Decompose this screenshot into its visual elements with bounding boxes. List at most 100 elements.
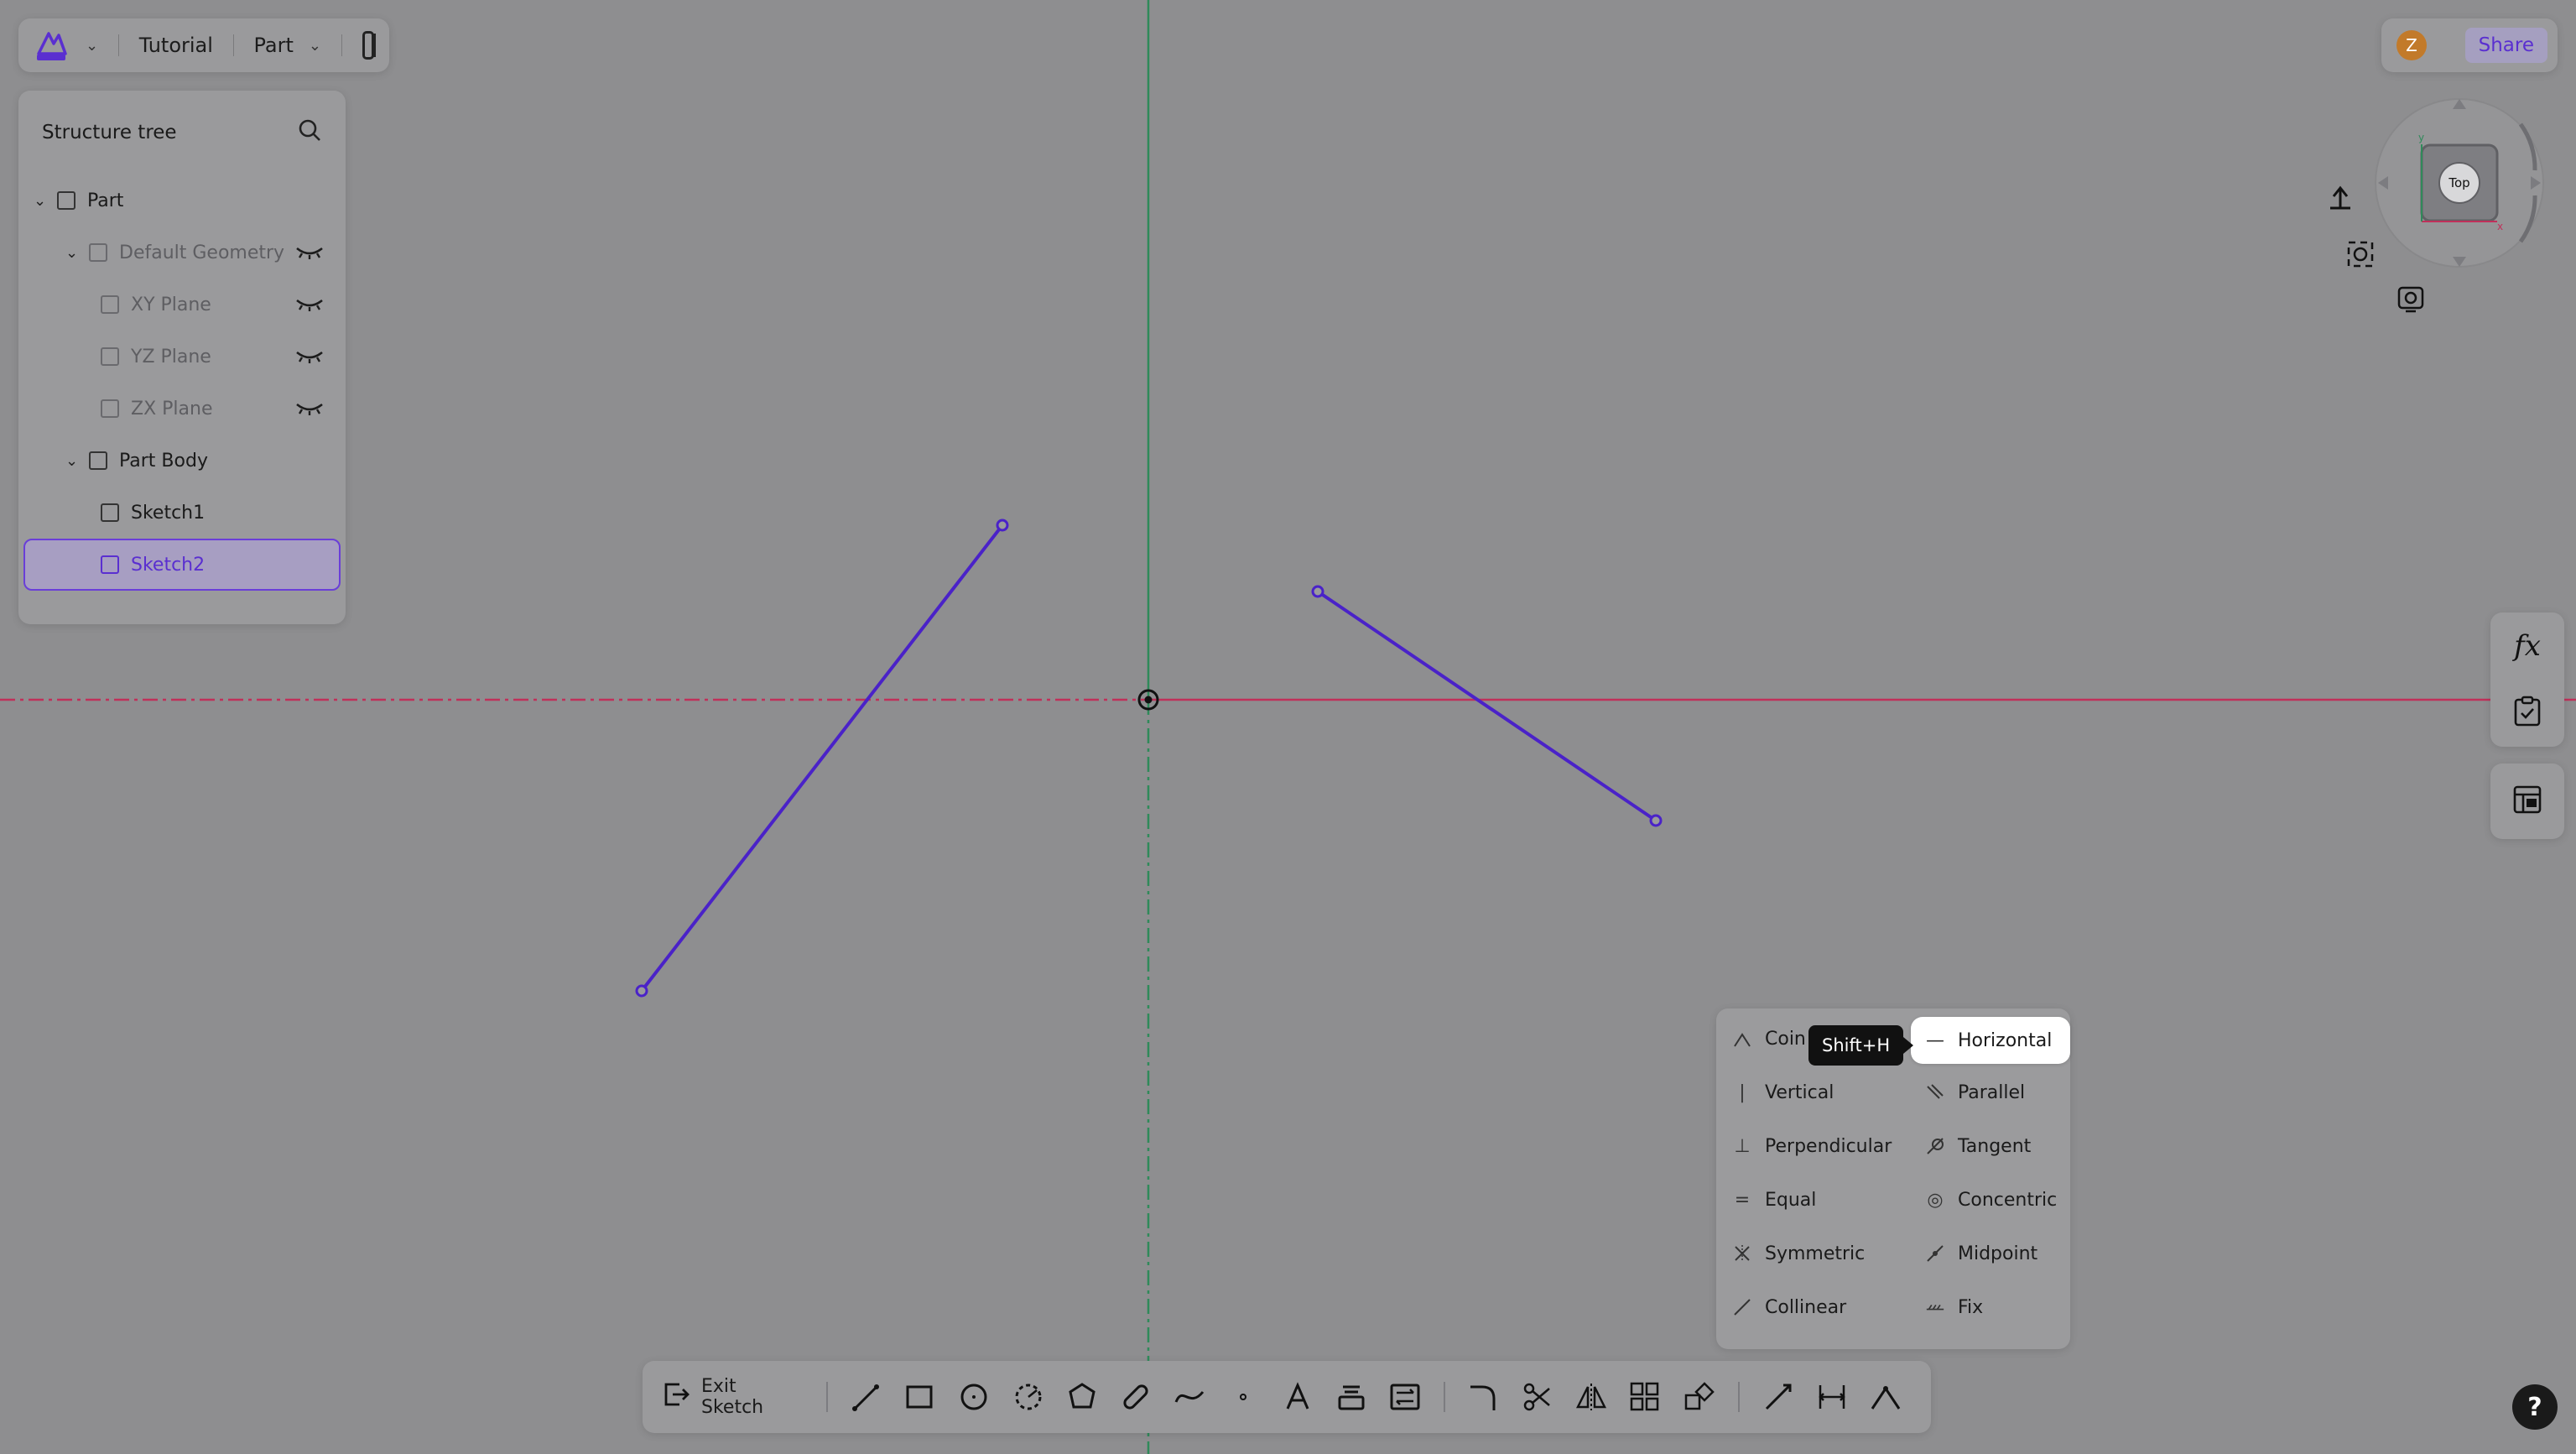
table-icon[interactable] (2512, 784, 2542, 818)
tree-item-sketch1[interactable]: Sketch1 (18, 487, 346, 539)
tree-item-part[interactable]: ⌄ Part (18, 175, 346, 227)
exit-sketch-button[interactable]: Exit Sketch (661, 1376, 814, 1418)
toggle-panel-icon[interactable] (362, 31, 377, 60)
constraint-tool-icon[interactable] (1859, 1373, 1912, 1420)
convert-tool-icon[interactable] (1378, 1373, 1432, 1420)
svg-text:y: y (2418, 132, 2424, 143)
app-menu-button[interactable]: ⌄ (34, 27, 98, 64)
hidden-eye-icon[interactable] (295, 347, 324, 369)
tree-item-yz-plane[interactable]: YZ Plane (18, 331, 346, 383)
collinear-icon (1733, 1298, 1751, 1316)
symmetric-icon (1733, 1244, 1751, 1263)
menu-item-tangent[interactable]: Tangent (1909, 1123, 2031, 1170)
menu-item-label: Concentric (1958, 1189, 2058, 1211)
pattern-tool-icon[interactable] (1618, 1373, 1672, 1420)
menu-item-label: Horizontal (1958, 1029, 2053, 1051)
menu-item-concentric[interactable]: ◎ Concentric (1909, 1176, 2057, 1223)
top-bar: ⌄ Tutorial Part ⌄ (18, 18, 389, 72)
sketch-line-2[interactable] (1316, 590, 1657, 822)
home-view-icon[interactable] (2324, 183, 2357, 216)
mode-dropdown[interactable]: Part ⌄ (254, 34, 321, 57)
chevron-down-icon[interactable]: ⌄ (65, 244, 81, 262)
view-mode-icon[interactable] (2394, 283, 2428, 316)
slot-tool-icon[interactable] (1109, 1373, 1163, 1420)
tree-item-label: Default Geometry (119, 242, 285, 263)
body-icon (89, 451, 107, 470)
circle-tool-icon[interactable] (947, 1373, 1001, 1420)
menu-item-label: Tangent (1958, 1135, 2032, 1157)
tree-item-default-geometry[interactable]: ⌄ Default Geometry (18, 227, 346, 279)
transform-tool-icon[interactable] (1673, 1373, 1726, 1420)
zoom-fit-icon[interactable] (2344, 237, 2377, 271)
hidden-eye-icon[interactable] (295, 399, 324, 421)
divider (232, 34, 234, 56)
menu-item-collinear[interactable]: Collinear (1716, 1284, 1846, 1331)
midpoint-icon (1926, 1244, 1944, 1263)
tree-item-xy-plane[interactable]: XY Plane (18, 279, 346, 331)
menu-item-equal[interactable]: = Equal (1716, 1176, 1817, 1223)
app-logo-icon (34, 27, 70, 64)
menu-item-label: Fix (1958, 1296, 1984, 1318)
shortcut-tooltip: Shift+H (1808, 1025, 1914, 1066)
tree-item-zx-plane[interactable]: ZX Plane (18, 383, 346, 435)
hidden-eye-icon[interactable] (295, 243, 324, 265)
menu-item-perpendicular[interactable]: ⊥ Perpendicular (1716, 1123, 1892, 1170)
menu-item-label: Parallel (1958, 1081, 2026, 1103)
sketch-canvas[interactable] (0, 0, 2576, 1454)
rectangle-tool-icon[interactable] (893, 1373, 947, 1420)
avatar[interactable]: Z (2396, 30, 2427, 60)
line-2-start-point[interactable] (1311, 585, 1324, 598)
tree-item-label: Part Body (119, 450, 208, 472)
menu-item-symmetric[interactable]: Symmetric (1716, 1230, 1865, 1277)
line-1-start-point[interactable] (635, 984, 648, 998)
menu-item-midpoint[interactable]: Midpoint (1909, 1230, 2037, 1277)
help-button[interactable]: ? (2512, 1384, 2558, 1430)
menu-item-label: Collinear (1765, 1296, 1847, 1318)
plane-icon (101, 295, 119, 314)
sketch-line-1[interactable] (640, 524, 1004, 993)
hidden-eye-icon[interactable] (295, 295, 324, 317)
menu-item-coincident[interactable]: Coin (1716, 1015, 1806, 1062)
share-button[interactable]: Share (2464, 28, 2547, 63)
right-tool-panel: fx (2490, 612, 2564, 747)
menu-item-horizontal[interactable]: — Horizontal (1911, 1017, 2071, 1064)
chevron-down-icon: ⌄ (308, 36, 321, 55)
tree-item-part-body[interactable]: ⌄ Part Body (18, 435, 346, 487)
dimension-tool-icon[interactable] (1805, 1373, 1859, 1420)
mirror-tool-icon[interactable] (1564, 1373, 1618, 1420)
text-tool-icon[interactable] (1270, 1373, 1324, 1420)
divider (826, 1382, 829, 1412)
line-tool-icon[interactable] (840, 1373, 893, 1420)
chevron-down-icon: ⌄ (86, 36, 99, 55)
point-tool-icon[interactable] (1216, 1373, 1270, 1420)
menu-item-parallel[interactable]: Parallel (1909, 1069, 2025, 1116)
divider (118, 34, 119, 56)
checklist-icon[interactable] (2513, 696, 2542, 731)
view-cube-face-label: Top (2448, 175, 2469, 190)
search-icon[interactable] (297, 117, 322, 148)
menu-item-fix[interactable]: Fix (1909, 1284, 1983, 1331)
line-1-end-point[interactable] (996, 519, 1009, 532)
view-cube[interactable]: x y Top (2371, 91, 2547, 275)
chevron-down-icon[interactable]: ⌄ (65, 452, 81, 470)
plane-icon (101, 347, 119, 366)
spline-tool-icon[interactable] (1163, 1373, 1216, 1420)
structure-tree-title: Structure tree (42, 122, 177, 143)
construction-tool-icon[interactable] (1751, 1373, 1805, 1420)
menu-item-vertical[interactable]: | Vertical (1716, 1069, 1834, 1116)
project-tool-icon[interactable] (1324, 1373, 1378, 1420)
formula-icon[interactable]: fx (2514, 629, 2541, 663)
trim-tool-icon[interactable] (1511, 1373, 1564, 1420)
arc-tool-icon[interactable] (1002, 1373, 1055, 1420)
project-name[interactable]: Tutorial (139, 34, 213, 57)
polygon-tool-icon[interactable] (1055, 1373, 1109, 1420)
tree-item-label: ZX Plane (131, 398, 213, 420)
line-2-end-point[interactable] (1649, 814, 1663, 827)
tree-item-sketch2[interactable]: Sketch2 (23, 539, 341, 591)
sketch-icon (101, 555, 119, 574)
menu-item-label: Symmetric (1765, 1243, 1866, 1264)
tree-item-label: YZ Plane (131, 346, 211, 367)
fillet-tool-icon[interactable] (1457, 1373, 1511, 1420)
exit-sketch-label: Exit Sketch (701, 1376, 764, 1418)
chevron-down-icon[interactable]: ⌄ (34, 192, 49, 210)
